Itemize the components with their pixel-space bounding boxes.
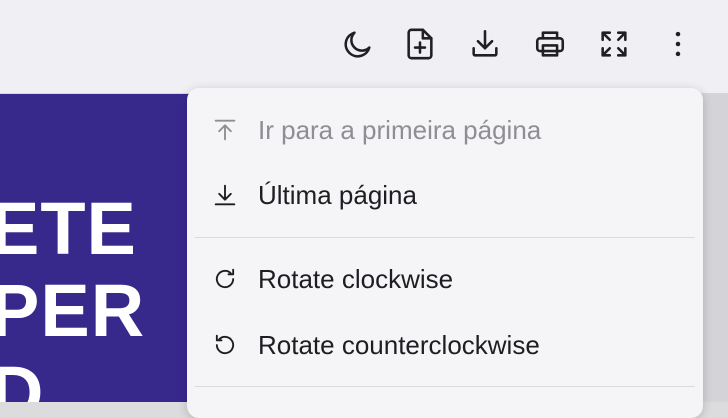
menu-item-rotate-clockwise[interactable]: Rotate clockwise — [187, 250, 703, 308]
menu-separator — [195, 386, 695, 387]
menu-item-label: Rotate clockwise — [258, 263, 454, 294]
menu-item-label: Rotate counterclockwise — [258, 329, 540, 360]
kebab-menu-icon — [675, 31, 681, 57]
menu-item-last-page[interactable]: Última página — [187, 166, 703, 224]
print-button[interactable] — [528, 22, 572, 66]
arrow-down-to-line-icon — [211, 181, 239, 209]
more-options-button[interactable] — [656, 22, 700, 66]
printer-icon — [535, 31, 565, 57]
expand-icon — [601, 31, 627, 57]
page-text-line-2: PER — [0, 269, 146, 352]
fullscreen-button[interactable] — [592, 22, 636, 66]
more-options-menu: Ir para a primeira página Última página … — [187, 88, 703, 418]
file-plus-icon — [407, 28, 433, 60]
menu-separator — [195, 237, 695, 238]
menu-item-rotate-counterclockwise[interactable]: Rotate counterclockwise — [187, 316, 703, 374]
page-text-line-1: ETE — [0, 187, 137, 270]
page-text-line-3: D — [0, 351, 45, 403]
rotate-counterclockwise-icon — [211, 331, 239, 359]
arrow-up-to-line-icon — [211, 116, 239, 144]
moon-icon — [344, 31, 371, 58]
download-button[interactable] — [463, 22, 507, 66]
toolbar — [0, 0, 728, 94]
document-page: ETE PER D — [0, 94, 192, 402]
rotate-clockwise-icon — [211, 265, 239, 293]
menu-item-label: Última página — [258, 179, 417, 210]
download-icon — [472, 29, 498, 57]
add-page-button[interactable] — [398, 22, 442, 66]
menu-item-first-page[interactable]: Ir para a primeira página — [187, 101, 703, 159]
dark-mode-button[interactable] — [336, 22, 380, 66]
menu-item-label: Ir para a primeira página — [258, 114, 542, 145]
